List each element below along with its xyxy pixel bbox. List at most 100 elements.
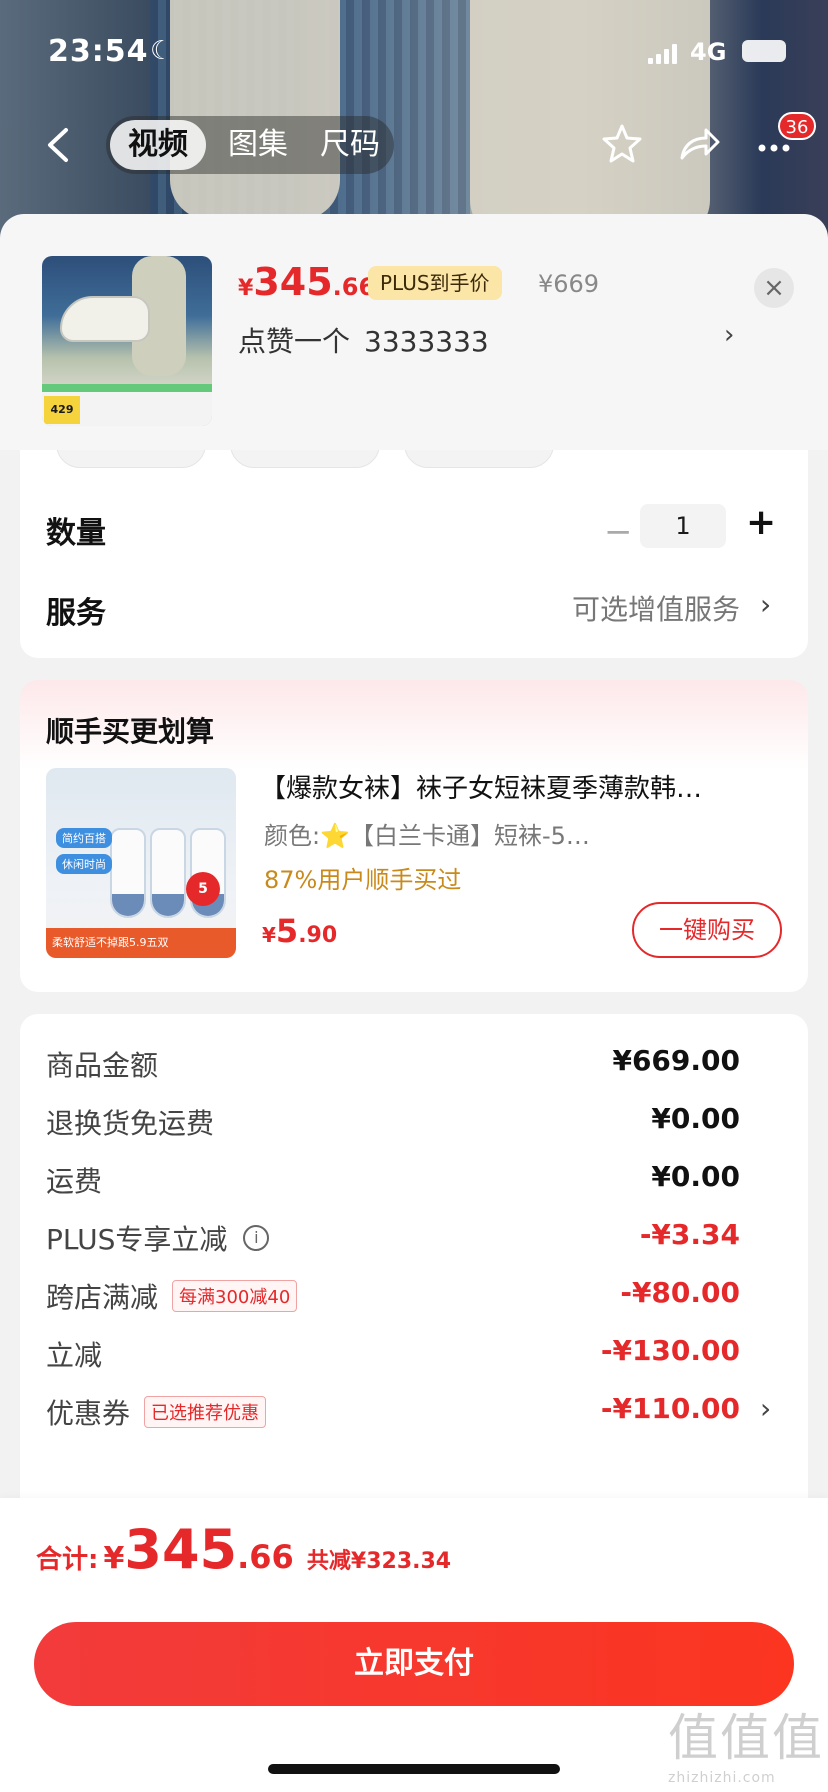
back-icon[interactable] [40,122,80,168]
nav-bar: 视频 图集 尺码 36 [0,112,828,178]
bundle-color[interactable]: 颜色:⭐【白兰卡通】短袜-5… [264,816,624,851]
bundle-image[interactable]: 简约百搭 休闲时尚 5 柔软舒适不掉跟5.9五双 [46,768,236,958]
total-line: 合计: ¥345.66 共减¥323.34 [36,1518,451,1581]
service-label: 服务 [46,596,106,631]
service-value[interactable]: 可选增值服务 [572,588,740,628]
thumb-info: 429 [42,392,212,426]
size-chip[interactable] [230,450,380,468]
bundle-img-label: 简约百搭 [56,828,112,848]
bundle-price-decimal: .90 [298,923,338,948]
summary-row: 商品金额 ¥669.00 [20,1038,808,1088]
quantity-input[interactable]: 1 [640,504,726,548]
bundle-img-banner: 柔软舒适不掉跟5.9五双 [46,928,236,958]
spec-selector[interactable]: 点赞一个 3333333 [238,320,489,360]
media-tabs: 视频 图集 尺码 [106,116,394,174]
options-card: 数量 − 1 + 服务 可选增值服务 › [20,450,808,658]
summary-value: -¥130.00 [600,1334,740,1367]
product-thumbnail[interactable]: 429 [42,256,212,426]
bundle-price-currency: ¥ [262,923,276,947]
coupon-tag: 已选推荐优惠 [144,1396,267,1428]
total-label: 合计: [36,1545,99,1575]
summary-label: 运费 [46,1165,103,1198]
bundle-img-count: 5 [186,872,220,906]
summary-value: ¥669.00 [612,1044,740,1077]
bundle-card: 顺手买更划算 简约百搭 休闲时尚 5 柔软舒适不掉跟5.9五双 【爆款女袜】袜子… [20,680,808,992]
tab-gallery[interactable]: 图集 [210,116,306,174]
summary-label: 退换货免运费 [46,1107,215,1140]
status-bar: 23:54 ☾ 4G [0,30,828,78]
bundle-price-integer: 5 [275,912,299,950]
quantity-label: 数量 [46,516,106,551]
bundle-rate: 87%用户顺手买过 [264,866,462,894]
thumb-shoe [60,296,150,342]
size-chip[interactable] [404,450,554,468]
notification-badge: 36 [778,112,816,140]
battery-icon [742,40,786,62]
plus-icon[interactable]: + [746,502,776,543]
watermark-logo: 值值值 zhizhizhi.com [668,1698,828,1788]
bundle-product-name[interactable]: 【爆款女袜】袜子女短袜夏季薄款韩… [260,768,780,805]
original-price: ¥669 [538,270,600,298]
summary-label-wrap: 优惠券 已选推荐优惠 [46,1392,267,1432]
total-decimal: .66 [237,1538,294,1576]
spec-label: 点赞一个 [238,325,351,358]
spec-value: 3333333 [364,325,489,358]
bundle-title: 顺手买更划算 [46,715,215,748]
tab-size[interactable]: 尺码 [302,116,398,174]
summary-row: 立减 -¥130.00 [20,1328,808,1378]
summary-value: -¥3.34 [639,1218,740,1251]
total-discount: 共减¥323.34 [306,1549,452,1574]
summary-row: PLUS专享立减 i -¥3.34 [20,1212,808,1262]
summary-value: -¥80.00 [620,1276,740,1309]
tab-video[interactable]: 视频 [110,120,206,170]
total-integer: 345 [124,1518,238,1581]
summary-value: -¥110.00 [600,1392,740,1425]
summary-label-wrap: PLUS专享立减 i [46,1218,270,1258]
checkout-footer: 合计: ¥345.66 共减¥323.34 立即支付 值值值 zhizhizhi… [0,1498,828,1792]
minus-icon[interactable]: − [604,512,633,552]
chevron-right-icon[interactable]: › [724,320,734,350]
status-time: 23:54 [48,34,149,69]
thumb-bar [42,384,212,392]
pay-now-button[interactable]: 立即支付 [34,1622,794,1706]
summary-label: 优惠券 [46,1397,131,1430]
price-summary: 商品金额 ¥669.00 退换货免运费 ¥0.00 运费 ¥0.00 PLUS专… [20,1014,808,1504]
summary-row: 退换货免运费 ¥0.00 [20,1096,808,1146]
bundle-price: ¥5.90 [262,912,337,950]
price-integer: 345 [253,260,333,304]
summary-label: 跨店满减 [46,1281,159,1314]
bundle-img-label: 休闲时尚 [56,854,112,874]
home-indicator [268,1764,560,1774]
product-header: 429 ¥345.66 PLUS到手价 ¥669 × 点赞一个 3333333 › [0,214,828,450]
info-icon[interactable]: i [243,1225,270,1251]
summary-label: 立减 [46,1339,103,1372]
chevron-right-icon[interactable]: › [760,588,771,621]
watermark-url: zhizhizhi.com [668,1770,776,1786]
summary-label: PLUS专享立减 [46,1223,228,1256]
one-click-buy-button[interactable]: 一键购买 [632,902,782,958]
total-currency: ¥ [103,1541,125,1576]
summary-label: 商品金额 [46,1049,159,1082]
plus-price-tag: PLUS到手价 [368,266,502,300]
network-label: 4G [690,38,727,66]
sock-shape [110,828,146,918]
price-currency: ¥ [238,276,254,301]
product-price: ¥345.66 [238,260,375,308]
share-icon[interactable] [674,120,722,168]
promo-tag: 每满300减40 [172,1280,298,1312]
sock-shape [150,828,186,918]
summary-label-wrap: 跨店满减 每满300减40 [46,1276,298,1316]
size-chip[interactable] [56,450,206,468]
coupon-row[interactable]: 优惠券 已选推荐优惠 -¥110.00 › [20,1386,808,1436]
summary-value: ¥0.00 [651,1160,740,1193]
thumb-price: 429 [44,396,80,424]
signal-icon [648,42,678,64]
summary-value: ¥0.00 [651,1102,740,1135]
summary-row: 运费 ¥0.00 [20,1154,808,1204]
close-icon[interactable]: × [754,268,794,308]
summary-row: 跨店满减 每满300减40 -¥80.00 [20,1270,808,1320]
star-icon[interactable] [598,120,646,168]
moon-icon: ☾ [150,36,174,66]
chevron-right-icon[interactable]: › [760,1392,771,1425]
watermark-text: 值值值 [668,1709,824,1767]
